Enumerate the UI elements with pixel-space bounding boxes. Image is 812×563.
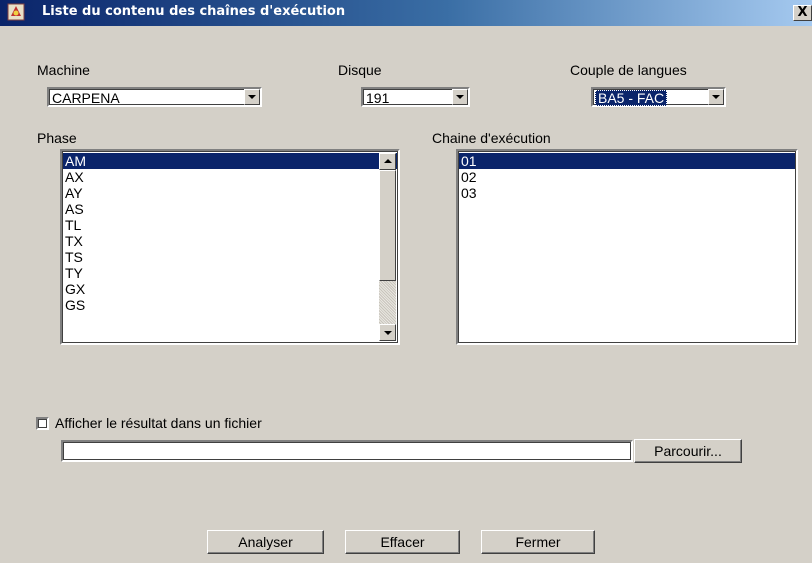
list-item[interactable]: TL <box>63 217 398 233</box>
list-item[interactable]: GS <box>63 297 398 313</box>
list-item[interactable]: GX <box>63 281 398 297</box>
chaine-label: Chaine d'exécution <box>432 130 551 146</box>
effacer-button[interactable]: Effacer <box>345 530 460 554</box>
machine-label: Machine <box>37 62 90 78</box>
list-item[interactable]: TX <box>63 233 398 249</box>
list-item[interactable]: TY <box>63 265 398 281</box>
fermer-button[interactable]: Fermer <box>481 530 595 554</box>
chevron-down-icon[interactable] <box>244 89 260 105</box>
browse-button[interactable]: Parcourir... <box>634 439 742 463</box>
phase-label: Phase <box>37 130 77 146</box>
analyser-button[interactable]: Analyser <box>207 530 324 554</box>
list-item[interactable]: AX <box>63 169 398 185</box>
scroll-down-button[interactable] <box>379 324 396 341</box>
machine-value: CARPENA <box>52 90 120 106</box>
list-item[interactable]: 03 <box>459 185 796 201</box>
disque-value: 191 <box>366 90 390 106</box>
machine-select[interactable]: CARPENA <box>47 87 262 107</box>
list-item[interactable]: AS <box>63 201 398 217</box>
couple-label: Couple de langues <box>570 62 687 78</box>
output-file-checkbox[interactable] <box>36 417 49 430</box>
chaine-list[interactable]: 01 02 03 <box>456 149 798 345</box>
couple-value: BA5 - FAC <box>595 90 668 106</box>
file-path-input[interactable] <box>61 440 633 462</box>
title-bar[interactable]: Liste du contenu des chaînes d'exécution <box>0 0 812 26</box>
scroll-up-button[interactable] <box>379 153 396 170</box>
list-item[interactable]: AY <box>63 185 398 201</box>
chevron-down-icon[interactable] <box>452 89 468 105</box>
scroll-thumb[interactable] <box>379 170 396 281</box>
phase-scrollbar[interactable] <box>379 153 396 341</box>
list-item[interactable]: AM <box>63 153 398 169</box>
list-item[interactable]: TS <box>63 249 398 265</box>
phase-list[interactable]: AM AX AY AS TL TX TS TY GX GS <box>60 149 400 345</box>
disque-select[interactable]: 191 <box>361 87 470 107</box>
app-logo-icon <box>7 3 25 21</box>
couple-select[interactable]: BA5 - FAC <box>591 87 726 107</box>
close-button[interactable]: X <box>793 5 812 21</box>
window-title: Liste du contenu des chaînes d'exécution <box>42 4 346 19</box>
disque-label: Disque <box>338 62 382 78</box>
output-file-label: Afficher le résultat dans un fichier <box>55 415 262 431</box>
list-item[interactable]: 01 <box>459 153 796 169</box>
scroll-track[interactable] <box>379 281 396 324</box>
list-item[interactable]: 02 <box>459 169 796 185</box>
chevron-down-icon[interactable] <box>708 89 724 105</box>
